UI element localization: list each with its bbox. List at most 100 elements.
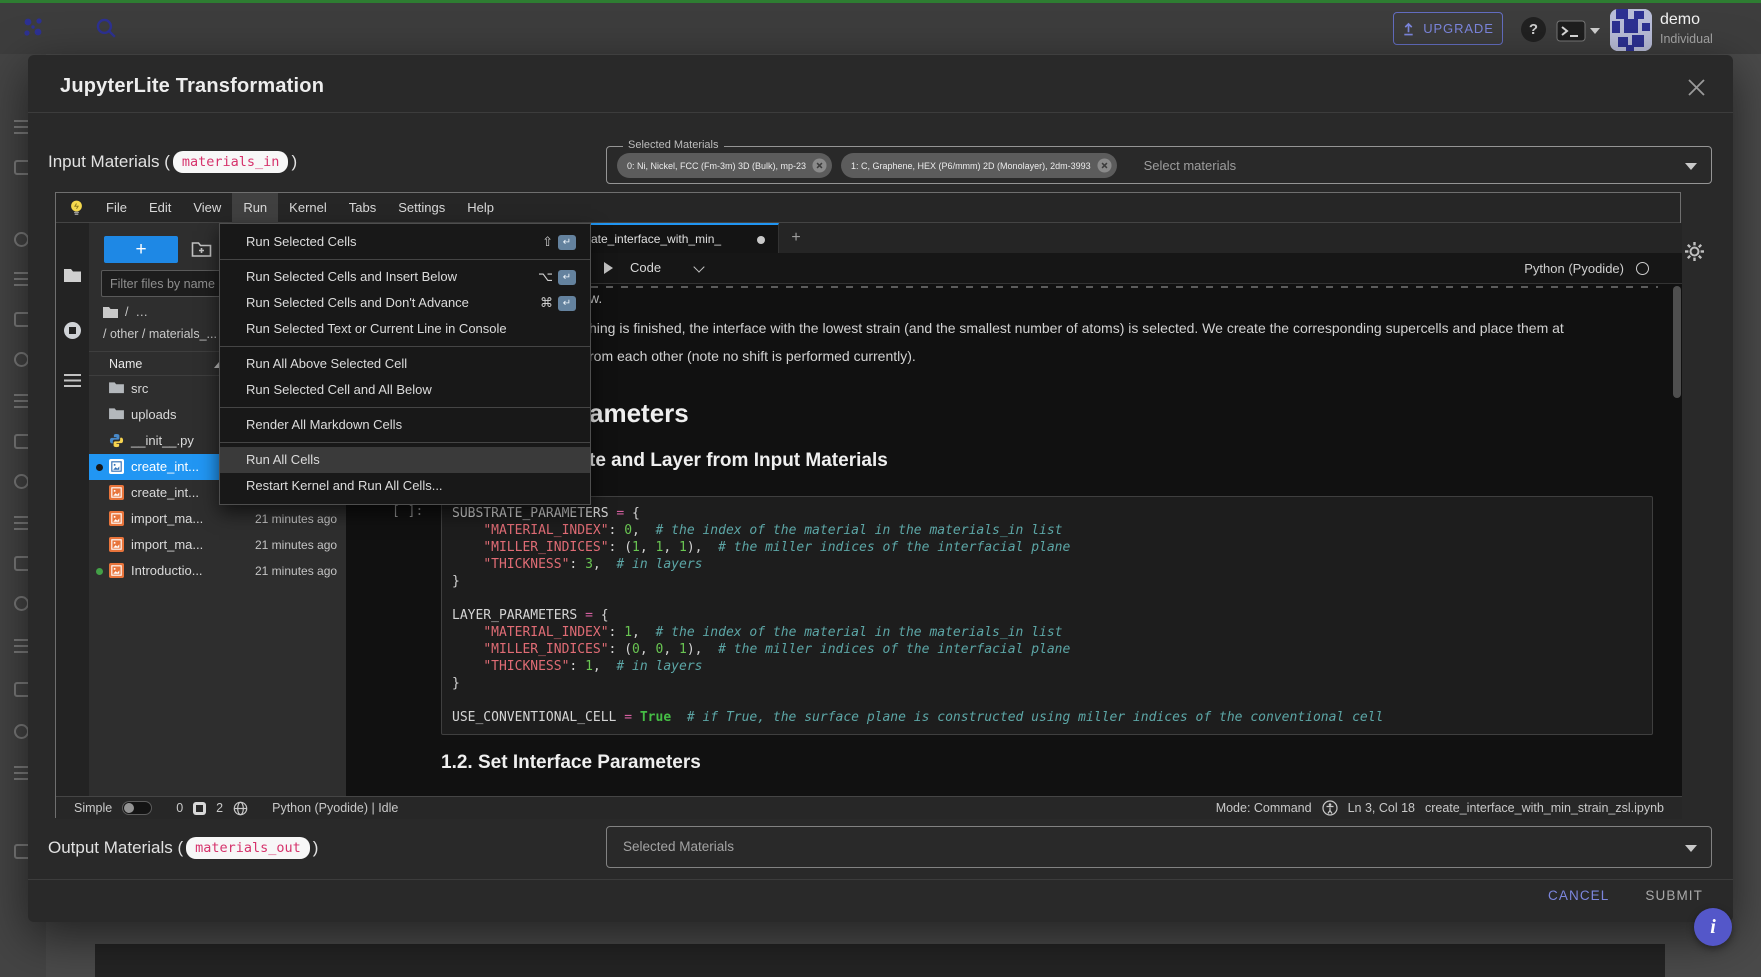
dropdown-caret-icon[interactable] [1685,845,1697,852]
code-line: "MILLER_INDICES": (1, 1, 1), # the mille… [452,539,1642,556]
search-icon[interactable] [94,16,119,46]
jupyter-menu-bar: File Edit View Run Kernel Tabs Settings … [56,193,1680,223]
table-of-contents-tab-icon[interactable] [63,373,82,393]
help-icon[interactable]: ? [1521,17,1546,42]
menu-item-render-all-markdown-cells[interactable]: Render All Markdown Cells [220,412,590,438]
new-launcher-button[interactable]: + [104,236,178,263]
chip-remove-icon[interactable] [812,158,827,173]
simple-mode-toggle[interactable] [122,801,152,815]
breadcrumb[interactable]: / … [103,305,148,319]
material-chip[interactable]: 0: Ni, Nickel, FCC (Fm-3m) 3D (Bulk), mp… [617,153,832,178]
code-line: USE_CONVENTIONAL_CELL = True # if True, … [452,709,1642,726]
running-sessions-tab-icon[interactable] [63,321,82,345]
breadcrumb-ellipsis[interactable]: … [135,305,148,319]
sidebar-icon[interactable] [14,724,29,739]
menu-edit[interactable]: Edit [138,193,182,223]
folder-icon [109,407,124,422]
kernel-count: 0 [176,801,183,815]
user-name: demo [1660,11,1700,29]
notebook-tab-label: ate_interface_with_min_ [591,232,721,246]
markdown-paragraph-line2: rom each other (note no shift is perform… [589,348,916,364]
chip-remove-icon[interactable] [1097,158,1112,173]
menu-tabs[interactable]: Tabs [338,193,387,223]
menu-item-run-all-above-selected-cell[interactable]: Run All Above Selected Cell [220,351,590,377]
file-browser-tab-icon[interactable] [63,267,82,289]
file-modified-time: 21 minutes ago [255,512,337,526]
menu-item-run-selected-text-or-current-line-in-console[interactable]: Run Selected Text or Current Line in Con… [220,316,590,342]
submit-button[interactable]: SUBMIT [1645,888,1703,903]
file-name: create_int... [131,459,199,474]
menu-item-label: Run All Above Selected Cell [246,351,407,377]
new-folder-button[interactable] [191,240,212,263]
enter-key-icon: ↵ [558,296,576,311]
output-materials-field[interactable]: Selected Materials [606,826,1712,868]
file-row-import-ma[interactable]: import_ma...21 minutes ago [89,532,346,558]
menu-item-restart-kernel-and-run-all-cells[interactable]: Restart Kernel and Run All Cells... [220,473,590,499]
sidebar-icon[interactable] [14,474,29,489]
cell-type-caret-icon[interactable] [693,261,704,272]
notebook-tab[interactable]: ate_interface_with_min_ [564,223,779,253]
code-editor[interactable]: SUBSTRATE_PARAMETERS = { "MATERIAL_INDEX… [441,496,1653,735]
selected-materials-field[interactable]: Selected Materials 0: Ni, Nickel, FCC (F… [606,146,1712,184]
menu-divider [220,259,590,260]
menu-item-run-selected-cells-and-don-t-advance[interactable]: Run Selected Cells and Don't Advance⌘↵ [220,290,590,316]
menu-kernel[interactable]: Kernel [278,193,338,223]
menu-run[interactable]: Run [232,193,278,223]
modifier-key-icon: ⌘ [540,290,553,316]
simple-mode-label: Simple [74,801,112,815]
menu-item-label: Restart Kernel and Run All Cells... [246,473,443,499]
modifier-key-icon: ⇧ [542,229,553,255]
file-row-import-ma[interactable]: import_ma...21 minutes ago [89,506,346,532]
open-file-dot-icon [96,464,103,471]
python-file-icon [109,433,124,448]
close-button[interactable] [1680,71,1712,103]
jupyterlite-logo-icon [68,199,85,216]
kernel-name[interactable]: Python (Pyodide) [1524,261,1624,276]
menu-item-label: Run All Cells [246,447,320,473]
terminal-menu-button[interactable] [1556,20,1600,42]
menu-view[interactable]: View [182,193,232,223]
jupyterlite-transformation-dialog: JupyterLite Transformation Input Materia… [28,55,1733,922]
file-name: __init__.py [131,433,194,448]
cell-type-select[interactable]: Code [630,260,661,275]
upgrade-button[interactable]: UPGRADE [1393,12,1503,45]
notebook-scrollbar[interactable] [1673,286,1681,398]
close-icon [1687,78,1706,97]
dropdown-caret-icon[interactable] [1685,163,1697,170]
run-cell-icon[interactable] [604,262,613,274]
menu-item-run-selected-cells-and-insert-below[interactable]: Run Selected Cells and Insert Below⌥↵ [220,264,590,290]
new-tab-button[interactable]: + [787,229,805,247]
menu-file[interactable]: File [95,193,138,223]
menu-item-run-selected-cell-and-all-below[interactable]: Run Selected Cell and All Below [220,377,590,403]
code-line: "THICKNESS": 1, # in layers [452,658,1642,675]
screen: UPGRADE ? demo Individual JupyterLite Tr… [0,0,1761,977]
accessibility-icon [1322,800,1338,816]
footer-divider [28,879,1733,880]
settings-gear-icon[interactable] [1684,241,1705,262]
info-button[interactable]: i [1694,908,1732,946]
sidebar-icon[interactable] [14,352,29,367]
materials-in-code-badge: materials_in [173,151,289,173]
menu-item-run-all-cells[interactable]: Run All Cells [220,447,590,473]
sidebar-icon[interactable] [14,232,29,247]
menu-help[interactable]: Help [456,193,505,223]
menu-settings[interactable]: Settings [387,193,456,223]
material-chip[interactable]: 1: C, Graphene, HEX (P6/mmm) 2D (Monolay… [841,153,1117,178]
running-kernel-dot-icon [96,568,103,575]
sidebar-icon[interactable] [14,596,29,611]
jupyterlite-frame: File Edit View Run Kernel Tabs Settings … [55,192,1681,818]
app-logo-icon[interactable] [20,14,48,47]
avatar[interactable] [1610,9,1652,51]
cancel-button[interactable]: CANCEL [1548,888,1609,903]
notebook-file-icon [109,563,124,578]
folder-icon [109,381,124,396]
select-materials-placeholder: Select materials [1144,158,1236,173]
section-heading-fragment: ameters [589,398,689,429]
mode-indicator: Mode: Command [1216,801,1312,815]
kernel-status-text[interactable]: Python (Pyodide) | Idle [272,801,398,815]
menu-item-label: Run Selected Cells and Insert Below [246,264,457,290]
file-name: import_ma... [131,537,203,552]
file-row-introductio[interactable]: Introductio...21 minutes ago [89,558,346,584]
menu-item-run-selected-cells[interactable]: Run Selected Cells⇧↵ [220,229,590,255]
menu-item-label: Render All Markdown Cells [246,412,402,438]
